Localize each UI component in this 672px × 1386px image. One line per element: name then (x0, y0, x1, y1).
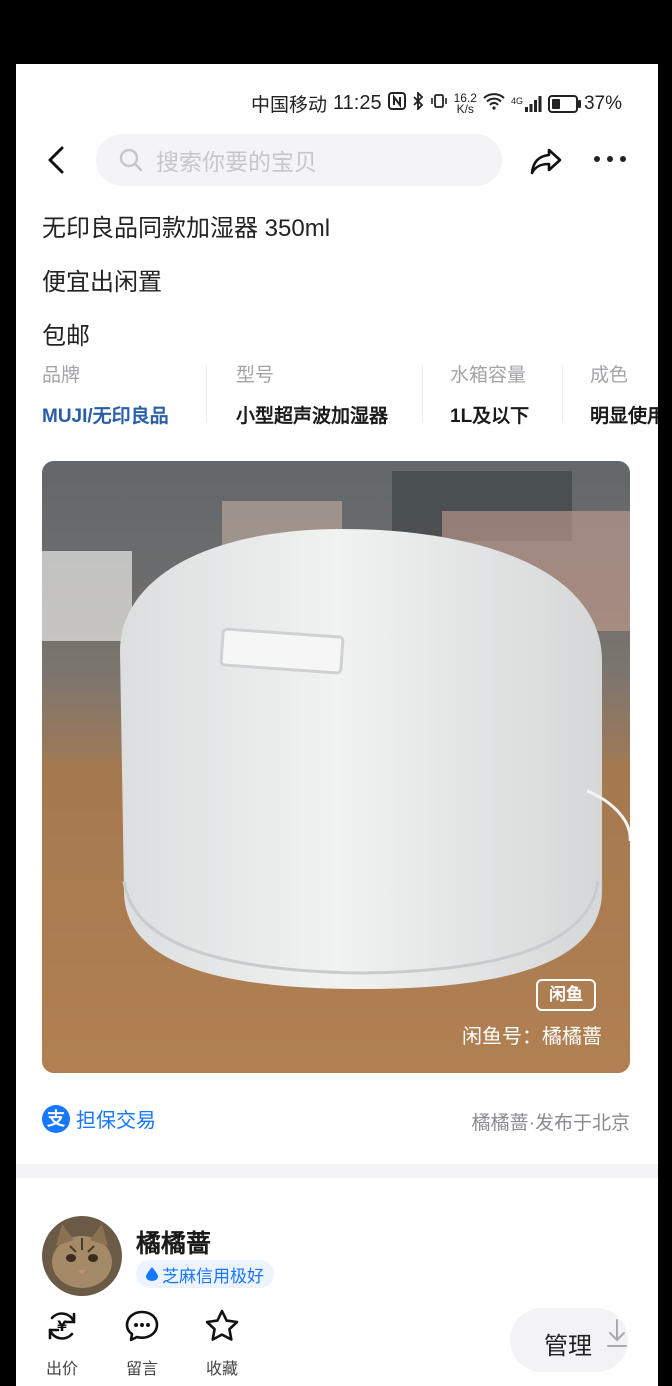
comment-icon (125, 1310, 159, 1342)
section-divider (16, 1164, 658, 1178)
app-screen: 中国移动 11:25 16.2 K/s 4G 37% 搜索你要的宝贝 无印良品同… (16, 64, 658, 1386)
attr-key: 品牌 (42, 365, 81, 386)
attr-value[interactable]: MUJI/无印良品 (42, 401, 169, 428)
nfc-icon (387, 91, 406, 116)
seller-name[interactable]: 橘橘蔷 (136, 1224, 211, 1260)
watermark-text: 闲鱼号：橘橘蔷 (462, 1026, 602, 1048)
seller-avatar[interactable] (42, 1216, 122, 1296)
comment-label: 留言 (125, 1361, 158, 1378)
attr-brand: 品牌 MUJI/无印良品 (42, 360, 169, 428)
vibrate-icon (430, 93, 448, 115)
product-photo[interactable]: 闲鱼 闲鱼号：橘橘蔷 (42, 461, 630, 1073)
guarantee-badge[interactable]: 支 担保交易 (42, 1104, 156, 1133)
status-indicators: 中国移动 11:25 16.2 K/s 4G 37% (251, 90, 622, 117)
share-icon[interactable] (528, 142, 566, 180)
attr-value: 1L及以下 (450, 406, 530, 427)
carrier-label: 中国移动 (251, 95, 328, 116)
battery-percent: 37% (583, 92, 622, 114)
xianyu-logo: 闲鱼 (536, 979, 596, 1011)
attr-key: 型号 (236, 365, 275, 386)
manage-label: 管理 (544, 1333, 592, 1360)
attr-model: 型号 小型超声波加湿器 (236, 360, 388, 428)
attr-value: 小型超声波加湿器 (236, 406, 389, 427)
network-speed: 16.2 K/s (453, 90, 477, 116)
divider (206, 364, 207, 422)
star-icon (205, 1309, 239, 1341)
comment-button[interactable]: 留言 (120, 1308, 164, 1379)
guarantee-label: 担保交易 (76, 1110, 156, 1132)
attr-condition: 成色 明显使用 (590, 360, 658, 428)
battery-icon (547, 94, 581, 113)
search-placeholder: 搜索你要的宝贝 (156, 149, 317, 175)
attr-value: 明显使用 (590, 406, 658, 427)
top-bar: 搜索你要的宝贝 (16, 132, 658, 188)
publish-info: 橘橘蔷·发布于北京 (471, 1113, 630, 1134)
bottom-actions: ¥ 出价 留言 收藏 (40, 1308, 244, 1379)
offer-label: 出价 (45, 1361, 78, 1378)
clock: 11:25 (333, 92, 382, 114)
item-attributes: 品牌 MUJI/无印良品 型号 小型超声波加湿器 水箱容量 1L及以下 成色 明… (42, 360, 658, 430)
offer-button[interactable]: ¥ 出价 (40, 1308, 84, 1379)
divider (562, 364, 563, 422)
divider (422, 364, 423, 422)
attr-key: 成色 (590, 365, 629, 386)
search-bar[interactable]: 搜索你要的宝贝 (96, 134, 502, 186)
back-arrow-icon[interactable] (40, 142, 76, 178)
bluetooth-icon (412, 90, 424, 116)
svg-text:¥: ¥ (57, 1319, 67, 1335)
attr-capacity: 水箱容量 1L及以下 (450, 360, 529, 428)
download-arrow-icon (607, 1319, 627, 1347)
favorite-label: 收藏 (205, 1361, 238, 1378)
more-options-icon[interactable] (594, 156, 626, 162)
favorite-button[interactable]: 收藏 (200, 1308, 244, 1379)
cellular-icon: 4G (511, 95, 542, 112)
manage-button[interactable]: 管理 (510, 1308, 628, 1372)
item-title: 无印良品同款加湿器 350ml 便宜出闲置 包邮 (42, 202, 330, 364)
title-line: 无印良品同款加湿器 350ml (42, 215, 331, 242)
title-line: 便宜出闲置 (42, 269, 162, 296)
sesame-drop-icon (146, 1267, 158, 1281)
credit-badge: 芝麻信用极好 (136, 1260, 274, 1288)
credit-label: 芝麻信用极好 (162, 1266, 264, 1286)
offer-icon: ¥ (48, 1312, 76, 1340)
search-icon (119, 148, 143, 172)
alipay-icon: 支 (42, 1104, 70, 1133)
attr-key: 水箱容量 (450, 365, 527, 386)
status-bar: 中国移动 11:25 16.2 K/s 4G 37% (16, 64, 658, 136)
cat-avatar-image (42, 1216, 122, 1296)
wifi-icon (483, 92, 505, 116)
title-line: 包邮 (42, 323, 90, 350)
